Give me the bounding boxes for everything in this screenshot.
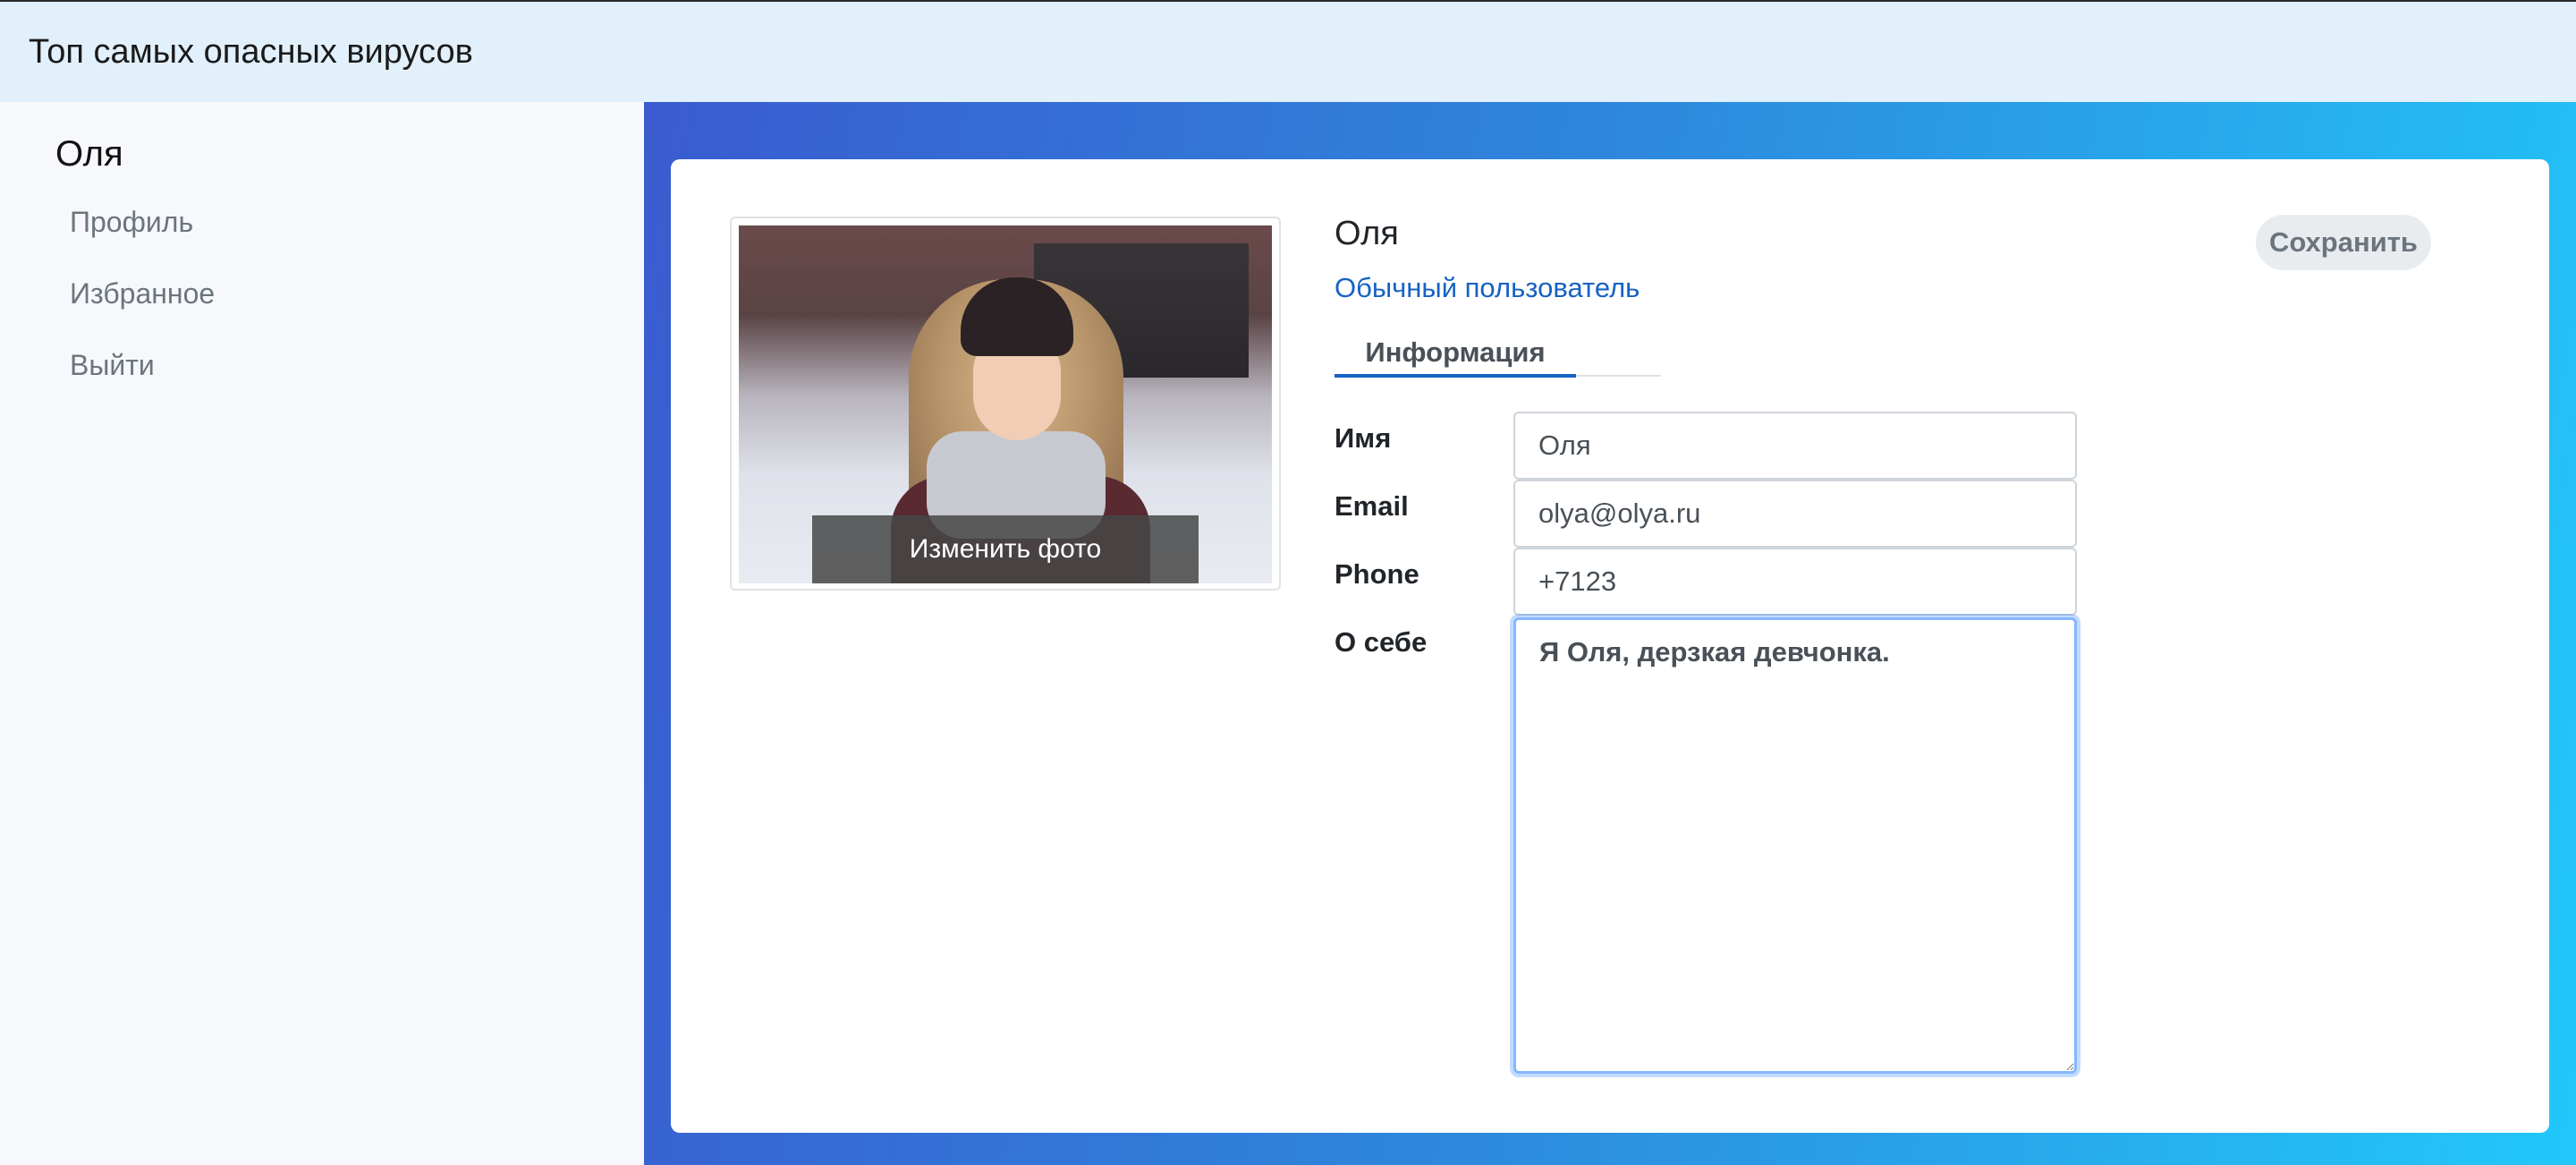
tab-information[interactable]: Информация xyxy=(1335,329,1576,378)
sidebar: Оля Профиль Избранное Выйти xyxy=(0,102,644,1165)
about-textarea[interactable]: Я Оля, дерзкая девчонка. xyxy=(1513,617,2077,1074)
sidebar-user-name: Оля xyxy=(55,134,123,174)
name-label: Имя xyxy=(1335,422,1392,454)
profile-photo-frame: Изменить фото xyxy=(730,217,1281,591)
sidebar-item-profile[interactable]: Профиль xyxy=(70,206,193,239)
email-field[interactable] xyxy=(1513,480,2077,548)
tab-divider xyxy=(1576,375,1661,377)
phone-field[interactable] xyxy=(1513,548,2077,616)
name-field[interactable] xyxy=(1513,412,2077,480)
about-label: О себе xyxy=(1335,626,1428,658)
save-button[interactable]: Сохранить xyxy=(2256,215,2431,270)
profile-role: Обычный пользователь xyxy=(1335,272,1640,303)
profile-card: Изменить фото Оля Обычный пользователь И… xyxy=(671,159,2549,1133)
sidebar-item-favorites[interactable]: Избранное xyxy=(70,277,215,310)
site-title[interactable]: Топ самых опасных вирусов xyxy=(29,33,473,72)
profile-name: Оля xyxy=(1335,215,1399,252)
change-photo-button[interactable]: Изменить фото xyxy=(812,515,1199,583)
sidebar-item-logout[interactable]: Выйти xyxy=(70,349,155,382)
phone-label: Phone xyxy=(1335,558,1419,590)
main-content: Изменить фото Оля Обычный пользователь И… xyxy=(644,102,2576,1165)
email-label: Email xyxy=(1335,490,1409,522)
top-navbar: Топ самых опасных вирусов xyxy=(0,0,2576,102)
